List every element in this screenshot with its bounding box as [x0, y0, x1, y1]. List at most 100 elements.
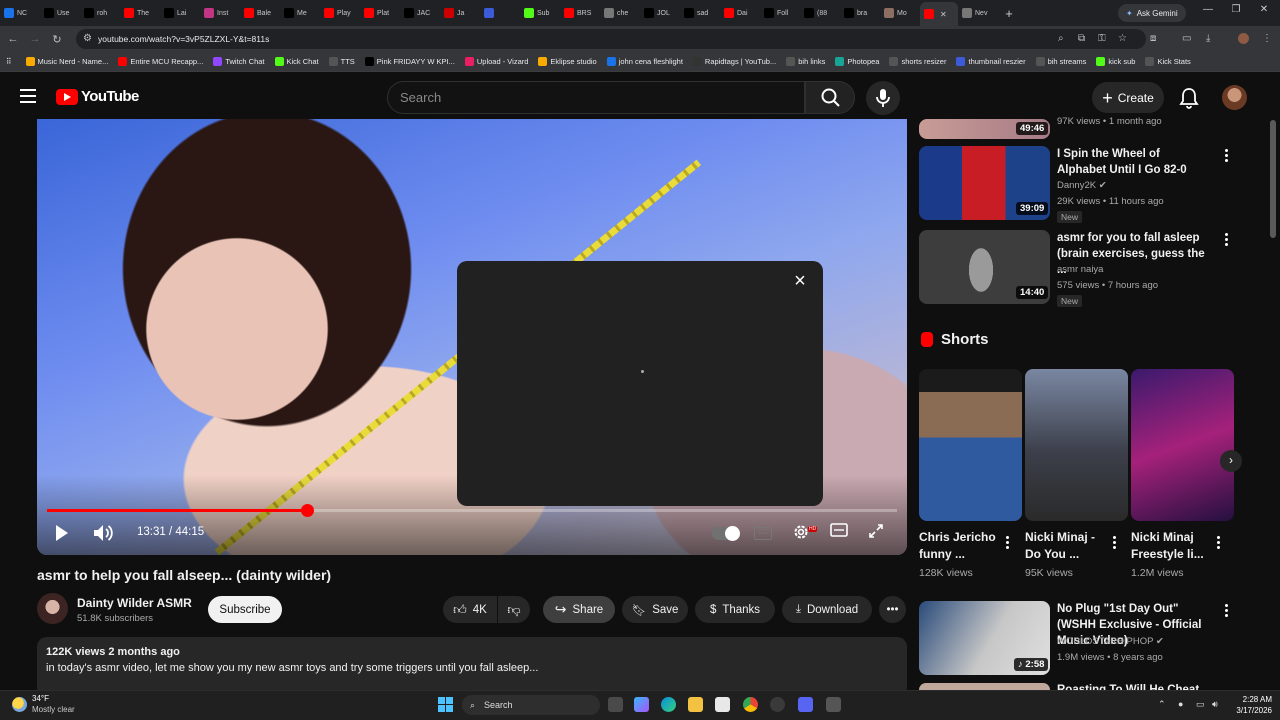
sidebar-panel-icon[interactable]: ▭ [1182, 33, 1191, 44]
more-actions-button[interactable]: ••• [879, 596, 906, 623]
extensions-icon[interactable]: ⧈ [1150, 33, 1156, 44]
bookmark-item[interactable]: thumbnail reszier [956, 57, 1026, 66]
network-icon[interactable]: ▭ [1196, 699, 1205, 710]
browser-tab[interactable]: BRS [560, 2, 600, 24]
recommendation-channel[interactable]: Danny2K ✔ [1057, 180, 1107, 191]
browser-tab[interactable]: bra [840, 2, 880, 24]
scrubber-handle[interactable] [301, 504, 314, 517]
task-view-icon[interactable] [608, 697, 623, 712]
progress-bar[interactable] [47, 504, 897, 517]
browser-tab[interactable]: Mo [880, 2, 920, 24]
edge-icon[interactable] [661, 697, 676, 712]
fullscreen-button[interactable] [868, 523, 884, 542]
browser-tab[interactable]: Me [280, 2, 320, 24]
bookmark-item[interactable]: Eklipse studio [538, 57, 597, 66]
bookmark-item[interactable]: john cena fleshlight [606, 57, 683, 66]
zoom-icon[interactable]: ⌕ [1058, 33, 1064, 44]
browser-tab[interactable]: (88 [800, 2, 840, 24]
browser-tab[interactable]: JOL [640, 2, 680, 24]
more-vertical-icon[interactable] [1225, 604, 1229, 619]
bookmark-item[interactable]: shorts resizer [889, 57, 946, 66]
youtube-logo[interactable]: YouTube [56, 88, 139, 105]
obs-icon[interactable] [770, 697, 785, 712]
autoplay-toggle[interactable] [712, 526, 740, 541]
browser-tab[interactable]: Foll [760, 2, 800, 24]
browser-tab[interactable]: Plat [360, 2, 400, 24]
channel-name[interactable]: Dainty Wilder ASMR [77, 596, 192, 610]
volume-tray-icon[interactable]: 🔊︎ [1212, 699, 1218, 710]
bookmark-item[interactable]: Pink FRIDAYY W KPI... [364, 57, 455, 66]
short-thumbnail[interactable] [919, 369, 1022, 521]
file-explorer-icon[interactable] [688, 697, 703, 712]
recommendation-channel[interactable]: asmr naiya [1057, 264, 1103, 275]
more-vertical-icon[interactable] [1006, 536, 1010, 551]
browser-tab[interactable]: sad [680, 2, 720, 24]
copilot-icon[interactable] [634, 697, 649, 712]
browser-menu-icon[interactable]: ⋮ [1262, 33, 1272, 44]
browser-tab[interactable]: Use [40, 2, 80, 24]
new-tab-icon[interactable]: + [998, 6, 1020, 21]
browser-tab[interactable]: roh [80, 2, 120, 24]
install-icon[interactable]: ⧉ [1078, 33, 1085, 44]
bookmark-item[interactable]: bih links [786, 57, 825, 66]
bookmark-item[interactable]: Entire MCU Recapp... [118, 57, 203, 66]
forward-icon[interactable]: → [24, 33, 46, 45]
browser-tab[interactable]: Bale [240, 2, 280, 24]
tab-close-icon[interactable]: ✕ [940, 10, 947, 19]
channel-avatar[interactable] [37, 593, 68, 624]
recommendation-title[interactable]: Roasting To Will He Cheat Again [1057, 682, 1217, 690]
download-tray-icon[interactable]: ⤓ [1206, 33, 1210, 44]
thanks-button[interactable]: $ Thanks [695, 596, 775, 623]
bookmark-item[interactable]: Photopea [835, 57, 879, 66]
short-title[interactable]: Nicki Minaj - Do You ... [1025, 529, 1109, 563]
bookmark-item[interactable]: kick sub [1096, 57, 1135, 66]
app-icon[interactable] [826, 697, 841, 712]
play-button[interactable] [54, 523, 70, 546]
share-button[interactable]: ↪ Share [543, 596, 615, 623]
browser-tab[interactable]: JAC [400, 2, 440, 24]
bookmark-item[interactable]: Rapidtags | YouTub... [692, 57, 776, 66]
microsoft-store-icon[interactable] [715, 697, 730, 712]
ask-gemini-button[interactable]: ✦ Ask Gemini [1118, 4, 1186, 22]
bookmark-item[interactable]: Kick Chat [274, 57, 319, 66]
bookmark-item[interactable]: bih streams [1035, 57, 1086, 66]
browser-tab[interactable]: NC [0, 2, 40, 24]
recommendation-title[interactable]: I Spin the Wheel of Alphabet Until I Go … [1057, 146, 1207, 178]
short-title[interactable]: Nicki Minaj Freestyle li... [1131, 529, 1215, 563]
short-thumbnail[interactable] [1131, 369, 1234, 521]
more-vertical-icon[interactable] [1113, 536, 1117, 551]
recommendation-thumbnail[interactable] [919, 683, 1050, 690]
menu-icon[interactable] [20, 89, 36, 103]
apps-icon[interactable]: ⠿ [6, 57, 12, 66]
create-button[interactable]: + Create [1092, 82, 1164, 113]
tray-chevron-icon[interactable]: ⌃ [1158, 699, 1166, 710]
more-vertical-icon[interactable] [1217, 536, 1221, 551]
bookmark-item[interactable]: Upload - Vizard [464, 57, 528, 66]
discord-icon[interactable] [798, 697, 813, 712]
windows-start-icon[interactable] [438, 697, 453, 712]
like-button[interactable]: 👍︎ 4K [443, 596, 497, 623]
more-vertical-icon[interactable] [1225, 149, 1229, 164]
bookmark-item[interactable]: Kick Stats [1145, 57, 1191, 66]
dialog-close-icon[interactable]: × [789, 270, 811, 292]
weather-icon[interactable] [12, 697, 27, 712]
short-thumbnail[interactable] [1025, 369, 1128, 521]
site-info-icon[interactable]: ⚙ [83, 33, 92, 44]
browser-tab[interactable]: Ja [440, 2, 480, 24]
profile-avatar[interactable] [1238, 33, 1249, 44]
page-scrollbar[interactable] [1270, 120, 1276, 238]
bookmark-item[interactable]: Twitch Chat [213, 57, 265, 66]
extension-key-icon[interactable]: ⚿ [1098, 33, 1106, 44]
dislike-button[interactable]: 👎︎ [498, 596, 530, 623]
minimize-icon[interactable]: — [1194, 4, 1222, 15]
captions-icon[interactable]: CC [754, 527, 772, 540]
chrome-icon[interactable] [743, 697, 758, 712]
browser-tab[interactable]: The [120, 2, 160, 24]
chevron-right-icon[interactable]: › [1220, 450, 1242, 472]
tray-app-icon[interactable]: ● [1178, 699, 1183, 709]
subscribe-button[interactable]: Subscribe [208, 596, 282, 623]
browser-tab[interactable]: Play [320, 2, 360, 24]
mute-button[interactable] [92, 523, 114, 546]
browser-tab[interactable]: Nev [958, 2, 998, 24]
maximize-icon[interactable]: ❐ [1222, 4, 1250, 15]
